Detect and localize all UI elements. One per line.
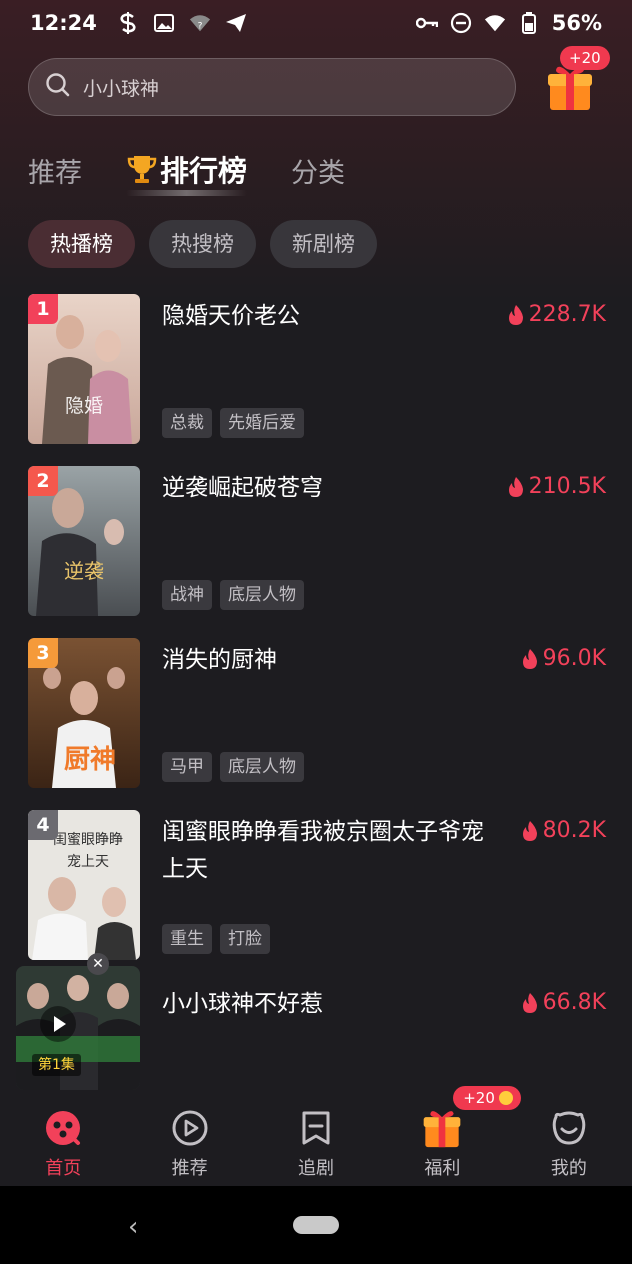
nav-follow-label: 追剧 (298, 1158, 335, 1179)
genre-tag: 战神 (162, 580, 212, 610)
heat-value: 96.0K (542, 646, 606, 671)
drama-title: 闺蜜眼睁睁看我被京圈太子爷宠上天 (162, 819, 484, 882)
ranking-type-chips: 热播榜 热搜榜 新剧榜 (28, 220, 377, 268)
search-icon (45, 72, 71, 102)
episode-label: 第1集 (32, 1054, 81, 1076)
svg-text:闺蜜眼睁睁: 闺蜜眼睁睁 (53, 832, 123, 848)
svg-text:厨神: 厨神 (64, 745, 116, 775)
system-navigation-bar: ‹ (0, 1186, 632, 1264)
nav-recommend-label: 推荐 (171, 1158, 208, 1179)
heat-value: 228.7K (528, 302, 606, 327)
gift-reward-badge: +20 (560, 46, 610, 70)
drama-title: 消失的厨神 (162, 647, 277, 673)
s-icon (117, 12, 139, 34)
drama-title: 逆袭崛起破苍穹 (162, 475, 323, 501)
drama-cover: 厨神 3 (28, 638, 140, 788)
chip-hot-search[interactable]: 热搜榜 (149, 220, 256, 268)
battery-percentage: 56% (551, 11, 602, 35)
gift-icon (422, 1108, 462, 1148)
list-item[interactable]: 隐婚 1 隐婚天价老公 228.7K 总裁 先婚后爱 (28, 294, 606, 466)
list-item[interactable]: 厨神 3 消失的厨神 96.0K 马甲 底层人物 (28, 638, 606, 810)
genre-tag: 底层人物 (220, 752, 304, 782)
nav-welfare[interactable]: 福利 +20 (379, 1086, 521, 1186)
back-icon[interactable]: ‹ (128, 1212, 138, 1242)
heat-value: 66.8K (542, 990, 606, 1015)
nav-mine-label: 我的 (550, 1158, 587, 1179)
genre-tag: 马甲 (162, 752, 212, 782)
wifi-icon (484, 12, 506, 34)
genre-tag: 总裁 (162, 408, 212, 438)
list-item[interactable]: 闺蜜眼睁睁 宠上天 4 闺蜜眼睁睁看我被京圈太子爷宠上天 80.2K 重生 打脸 (28, 810, 606, 982)
nav-follow[interactable]: 追剧 (253, 1092, 379, 1186)
heat-count: 228.7K (507, 302, 606, 327)
drama-title: 隐婚天价老公 (162, 303, 300, 329)
rank-badge: 2 (28, 466, 58, 496)
svg-text:隐婚: 隐婚 (65, 395, 103, 417)
heat-count: 66.8K (521, 990, 606, 1015)
heat-count: 80.2K (521, 818, 606, 843)
trophy-icon (127, 156, 157, 183)
tab-ranking-label: 排行榜 (160, 154, 248, 188)
send-icon (225, 12, 247, 34)
heat-count: 96.0K (521, 646, 606, 671)
flame-icon (522, 992, 537, 1013)
rank-badge: 4 (28, 810, 58, 840)
tab-ranking[interactable]: 排行榜 (126, 148, 248, 196)
nav-recommend[interactable]: 推荐 (126, 1092, 252, 1186)
svg-text:逆袭: 逆袭 (64, 559, 104, 583)
bottom-navigation: 首页 推荐 追剧 福利 +20 我的 (0, 1086, 632, 1186)
flame-icon (508, 476, 523, 497)
status-time: 12:24 (30, 11, 97, 35)
drama-cover: 闺蜜眼睁睁 宠上天 4 (28, 810, 140, 960)
genre-tag: 底层人物 (220, 580, 304, 610)
drama-cover: 逆袭 2 (28, 466, 140, 616)
key-icon (415, 12, 438, 34)
drama-cover: 隐婚 1 (28, 294, 140, 444)
nav-welfare-label: 福利 (424, 1158, 461, 1179)
status-bar: 12:24 ? 56% (0, 0, 632, 46)
tab-recommend[interactable]: 推荐 (28, 151, 82, 190)
chip-hot-play[interactable]: 热播榜 (28, 220, 135, 268)
play-circle-icon (170, 1108, 210, 1148)
search-bar[interactable]: 小小球神 (28, 58, 516, 116)
drama-title: 小小球神不好惹 (162, 991, 323, 1017)
mini-player-close-button[interactable]: ✕ (87, 953, 109, 975)
nav-mine[interactable]: 我的 (506, 1092, 632, 1186)
nav-home-label: 首页 (45, 1158, 82, 1179)
heat-value: 80.2K (542, 818, 606, 843)
heat-count: 210.5K (507, 474, 606, 499)
rank-badge: 1 (28, 294, 58, 324)
battery-icon (518, 12, 540, 34)
image-icon (153, 12, 175, 34)
genre-tag: 打脸 (220, 924, 270, 954)
svg-text:?: ? (197, 21, 202, 32)
top-tabs: 推荐 排行榜 分类 (28, 148, 389, 196)
home-pill[interactable] (293, 1216, 339, 1234)
do-not-disturb-icon (450, 12, 472, 34)
smile-icon (549, 1108, 589, 1148)
tab-category[interactable]: 分类 (291, 151, 345, 190)
chip-new-drama[interactable]: 新剧榜 (270, 220, 377, 268)
wifi-question-icon: ? (189, 12, 211, 34)
rank-badge: 3 (28, 638, 58, 668)
genre-tag: 先婚后爱 (220, 408, 304, 438)
flame-icon (522, 820, 537, 841)
play-icon (54, 1016, 66, 1032)
search-placeholder: 小小球神 (83, 77, 160, 100)
nav-home[interactable]: 首页 (0, 1092, 126, 1186)
play-button[interactable] (40, 1006, 76, 1042)
heat-value: 210.5K (528, 474, 606, 499)
welfare-reward-value: +20 (463, 1089, 495, 1107)
tab-active-indicator (126, 190, 248, 196)
bookmark-icon (296, 1108, 336, 1148)
flame-icon (508, 304, 523, 325)
flame-icon (522, 648, 537, 669)
genre-tag: 重生 (162, 924, 212, 954)
svg-text:宠上天: 宠上天 (67, 854, 109, 870)
list-item[interactable]: 逆袭 2 逆袭崛起破苍穹 210.5K 战神 底层人物 (28, 466, 606, 638)
home-icon (43, 1108, 83, 1148)
